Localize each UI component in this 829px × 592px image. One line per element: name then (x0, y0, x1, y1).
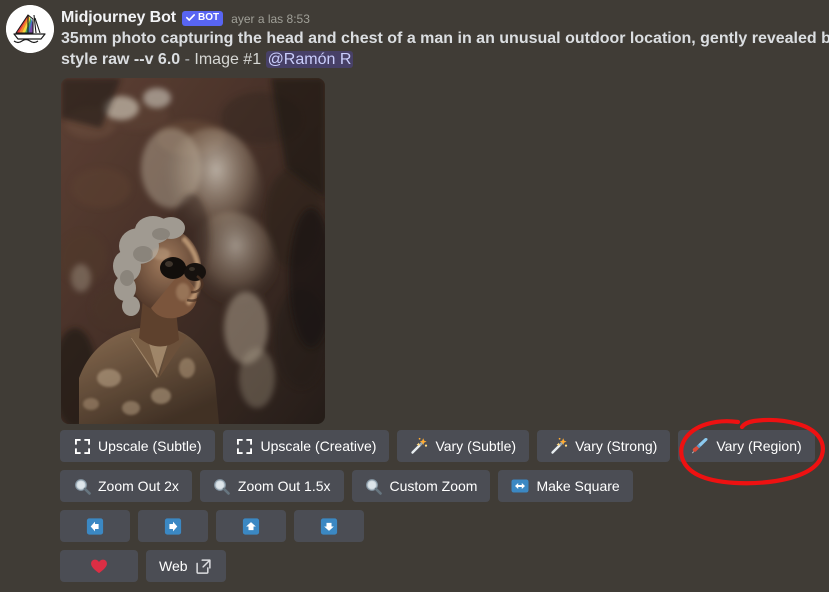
arrow-right-icon (164, 517, 182, 535)
magic-wand-icon (410, 437, 428, 455)
component-row-3 (60, 510, 815, 542)
external-link-icon (195, 557, 213, 575)
upscale-expand-icon (73, 437, 91, 455)
button-label: Upscale (Subtle) (98, 438, 202, 454)
favorite-button[interactable] (60, 550, 138, 582)
message-timestamp: ayer a las 8:53 (231, 12, 310, 26)
image-index-label: Image #1 (194, 51, 262, 68)
button-label: Vary (Subtle) (435, 438, 517, 454)
midjourney-generated-portrait (61, 78, 325, 424)
make-square-button[interactable]: Make Square (498, 470, 633, 502)
pan-left-button[interactable] (60, 510, 130, 542)
pan-down-button[interactable] (294, 510, 364, 542)
bot-badge-label: BOT (198, 11, 220, 23)
button-label: Custom Zoom (389, 478, 478, 494)
verified-check-icon (185, 12, 196, 23)
arrow-left-icon (86, 517, 104, 535)
pan-up-button[interactable] (216, 510, 286, 542)
button-label: Vary (Region) (716, 438, 802, 454)
vary-subtle-button[interactable]: Vary (Subtle) (397, 430, 530, 462)
message-header: Midjourney Bot BOT ayer a las 8:53 (61, 7, 310, 29)
prompt-line-1: 35mm photo capturing the head and chest … (61, 28, 829, 49)
paintbrush-icon (691, 437, 709, 455)
component-row-2: Zoom Out 2x Zoom Out 1.5x Custom Zoom Ma… (60, 470, 815, 502)
zoom-out-2x-button[interactable]: Zoom Out 2x (60, 470, 192, 502)
message-components: Upscale (Subtle) Upscale (Creative) Vary… (60, 430, 815, 590)
component-row-4: Web (60, 550, 815, 582)
prompt-line-2: style raw --v 6.0 - Image #1 @Ramón R (61, 49, 829, 70)
upscale-subtle-button[interactable]: Upscale (Subtle) (60, 430, 215, 462)
pan-right-button[interactable] (138, 510, 208, 542)
magic-wand-icon (550, 437, 568, 455)
upscale-creative-button[interactable]: Upscale (Creative) (222, 430, 390, 462)
upscale-expand-icon (236, 437, 254, 455)
zoom-out-1-5x-button[interactable]: Zoom Out 1.5x (199, 470, 344, 502)
message-content: 35mm photo capturing the head and chest … (61, 28, 829, 70)
component-row-1: Upscale (Subtle) Upscale (Creative) Vary… (60, 430, 815, 462)
button-label: Zoom Out 2x (98, 478, 179, 494)
left-right-arrow-icon (511, 477, 529, 495)
magnifier-icon (213, 477, 231, 495)
custom-zoom-button[interactable]: Custom Zoom (351, 470, 491, 502)
web-button[interactable]: Web (146, 550, 226, 582)
button-label: Vary (Strong) (575, 438, 658, 454)
user-mention[interactable]: @Ramón R (265, 51, 354, 68)
button-label: Zoom Out 1.5x (237, 478, 331, 494)
prompt-separator: - (180, 51, 195, 68)
button-label: Upscale (Creative) (260, 438, 377, 454)
vary-region-button[interactable]: Vary (Region) (678, 430, 815, 462)
prompt-text-line2: style raw --v 6.0 (61, 51, 181, 68)
discord-message: Midjourney Bot BOT ayer a las 8:53 35mm … (0, 0, 829, 592)
avatar[interactable] (6, 5, 54, 53)
button-label: Make Square (536, 478, 620, 494)
magnifier-icon (365, 477, 383, 495)
button-label: Web (159, 558, 188, 574)
vary-strong-button[interactable]: Vary (Strong) (537, 430, 671, 462)
magnifier-icon (73, 477, 91, 495)
arrow-up-icon (242, 517, 260, 535)
heart-icon (90, 557, 108, 575)
prompt-text-line1: 35mm photo capturing the head and chest … (61, 30, 829, 47)
author-name[interactable]: Midjourney Bot (61, 8, 176, 28)
midjourney-sailboat-logo (6, 5, 54, 53)
arrow-down-icon (320, 517, 338, 535)
attached-image[interactable] (61, 78, 325, 424)
bot-badge: BOT (182, 10, 224, 26)
